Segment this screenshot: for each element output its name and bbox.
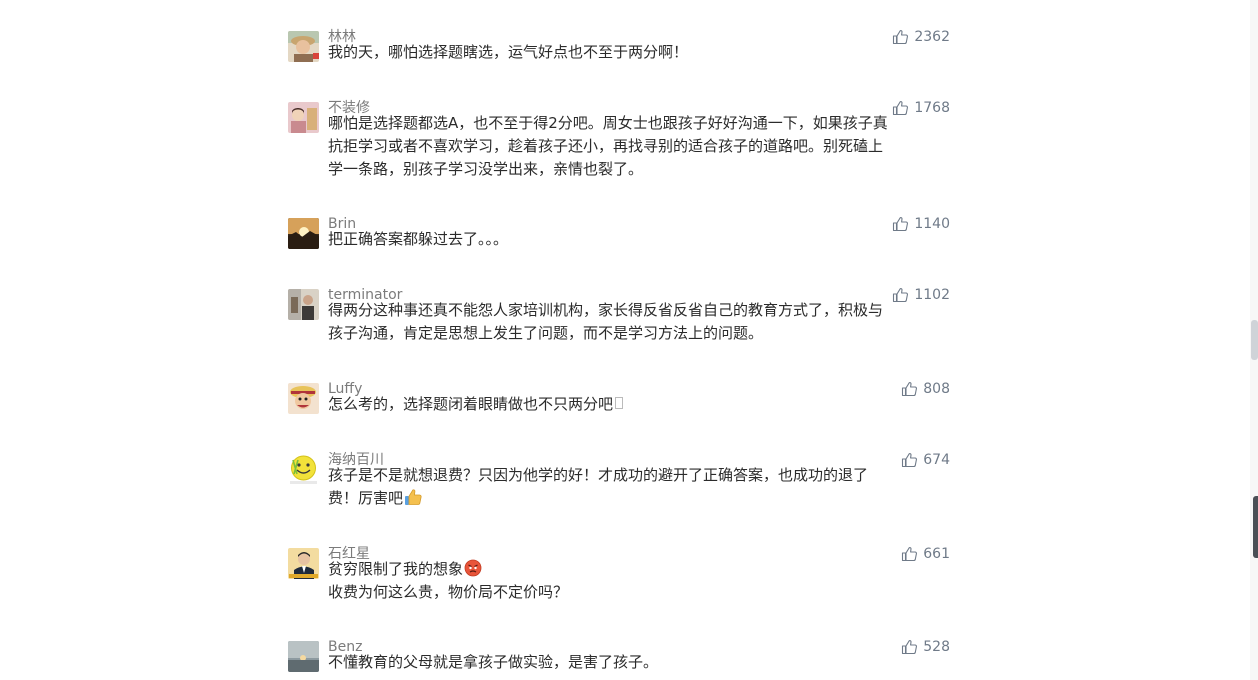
comment-line: 抗拒学习或者不喜欢学习，趁着孩子还小，再找寻别的适合孩子的道路吧。别死磕上 xyxy=(328,137,884,155)
comment-text: 怎么考的，选择题闭着眼睛做也不只两分吧 xyxy=(328,393,950,416)
comment-text: 得两分这种事还真不能怨人家培训机构，家长得反省反省自己的教育方式了，积极与 孩子… xyxy=(328,299,950,345)
side-panel-handle[interactable] xyxy=(1253,496,1258,558)
missing-glyph-icon xyxy=(615,397,624,409)
thumbs-up-emoji xyxy=(404,488,422,506)
comment-text: 孩子是不是就想退费？只因为他学的好！才成功的避开了正确答案，也成功的退了 费！厉… xyxy=(328,464,950,510)
user-avatar[interactable] xyxy=(288,383,319,414)
comment-list: 林林 2362 我的天，哪怕选择题瞎选，运气好点也不至于两分啊！ 不装修 176… xyxy=(0,0,1258,680)
comment-line: 学一条路，别孩子学习没学出来，亲情也裂了。 xyxy=(328,160,644,178)
comment-line: 孩子沟通，肯定是思想上发生了问题，而不是学习方法上的问题。 xyxy=(328,324,764,342)
comment-text: 贫穷限制了我的想象 收费为何这么贵，物价局不定价吗？ xyxy=(328,558,950,604)
user-avatar[interactable] xyxy=(288,548,319,579)
comment-text: 我的天，哪怕选择题瞎选，运气好点也不至于两分啊！ xyxy=(328,41,950,64)
comment-line: 怎么考的，选择题闭着眼睛做也不只两分吧 xyxy=(328,393,950,416)
comment-line-text: 费！厉害吧 xyxy=(328,489,404,507)
comment-line: 哪怕是选择题都选A，也不至于得2分吧。周女士也跟孩子好好沟通一下，如果孩子真 xyxy=(328,114,888,132)
comment-line: 贫穷限制了我的想象 xyxy=(328,558,950,581)
user-avatar[interactable] xyxy=(288,31,319,62)
angry-face-emoji xyxy=(464,559,482,577)
comment-line-text: 怎么考的，选择题闭着眼睛做也不只两分吧 xyxy=(328,395,614,413)
user-avatar[interactable] xyxy=(288,102,319,133)
comment-text: 不懂教育的父母就是拿孩子做实验，是害了孩子。 xyxy=(328,651,950,674)
comment-line: 把正确答案都躲过去了。。。 xyxy=(328,230,509,248)
user-avatar[interactable] xyxy=(288,289,319,320)
user-avatar[interactable] xyxy=(288,641,319,672)
comment-text: 把正确答案都躲过去了。。。 xyxy=(328,228,950,251)
comment-line: 孩子是不是就想退费？只因为他学的好！才成功的避开了正确答案，也成功的退了 xyxy=(328,466,869,484)
comment-line: 得两分这种事还真不能怨人家培训机构，家长得反省反省自己的教育方式了，积极与 xyxy=(328,301,884,319)
comment-line-text: 贫穷限制了我的想象 xyxy=(328,560,464,578)
scrollbar-thumb[interactable] xyxy=(1251,320,1258,360)
comment-text: 哪怕是选择题都选A，也不至于得2分吧。周女士也跟孩子好好沟通一下，如果孩子真 抗… xyxy=(328,112,950,181)
comment-line: 我的天，哪怕选择题瞎选，运气好点也不至于两分啊！ xyxy=(328,43,689,61)
user-avatar[interactable] xyxy=(288,218,319,249)
comment-line: 收费为何这么贵，物价局不定价吗？ xyxy=(328,583,569,601)
comment-line: 不懂教育的父母就是拿孩子做实验，是害了孩子。 xyxy=(328,653,659,671)
comment-line: 费！厉害吧 xyxy=(328,487,950,510)
user-avatar[interactable] xyxy=(288,454,319,485)
